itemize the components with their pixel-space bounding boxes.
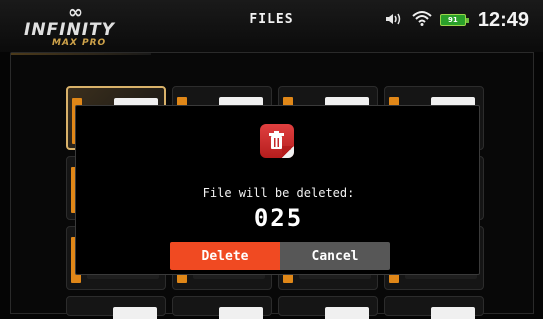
- battery-level: 91: [447, 16, 458, 24]
- delete-dialog: File will be deleted: 025 Delete Cancel: [75, 105, 480, 275]
- dialog-message: File will be deleted:: [202, 186, 355, 200]
- delete-button[interactable]: Delete: [170, 242, 280, 270]
- tile-label: [219, 307, 263, 319]
- brand-logo: ∞ INFINITY MAX PRO: [22, 4, 142, 50]
- trash-icon: [260, 124, 294, 158]
- tile-label: [325, 307, 369, 319]
- file-tile[interactable]: [384, 296, 484, 319]
- file-tile[interactable]: [172, 296, 272, 319]
- logo-sub: MAX PRO: [52, 38, 107, 48]
- volume-icon: [384, 11, 404, 30]
- device-screen: ∞ INFINITY MAX PRO FILES 91 12:49 File w…: [0, 0, 543, 319]
- cancel-button[interactable]: Cancel: [280, 242, 390, 270]
- clock: 12:49: [477, 8, 529, 31]
- tile-label: [431, 307, 475, 319]
- header-bar: ∞ INFINITY MAX PRO FILES 91 12:49: [0, 0, 543, 52]
- wifi-icon: [412, 10, 432, 30]
- file-tile[interactable]: [66, 296, 166, 319]
- file-tile[interactable]: [278, 296, 378, 319]
- dialog-file-name: 025: [253, 204, 304, 232]
- battery-icon: 91: [439, 14, 469, 26]
- status-bar: 91 12:49: [384, 8, 529, 32]
- tile-label: [113, 307, 157, 319]
